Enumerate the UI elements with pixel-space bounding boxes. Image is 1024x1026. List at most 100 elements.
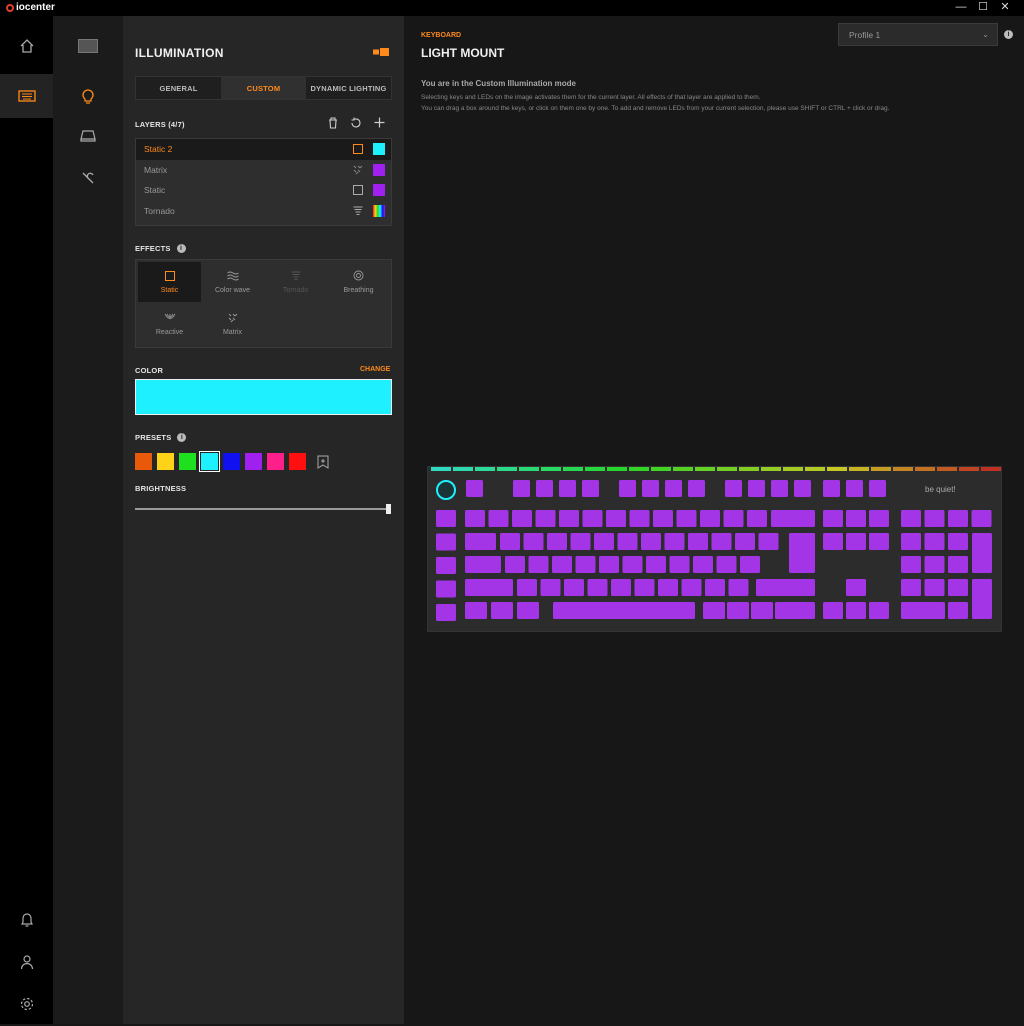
key[interactable] bbox=[972, 579, 992, 619]
key[interactable] bbox=[617, 533, 638, 550]
layer-item[interactable]: Static bbox=[136, 180, 391, 201]
key[interactable] bbox=[436, 580, 456, 598]
key[interactable] bbox=[528, 556, 549, 573]
key[interactable] bbox=[552, 556, 572, 573]
key[interactable] bbox=[971, 510, 992, 527]
volume-knob[interactable] bbox=[436, 480, 456, 500]
key[interactable] bbox=[664, 533, 685, 550]
key[interactable] bbox=[517, 602, 539, 619]
profile-select[interactable]: Profile 1 ⌄ bbox=[838, 23, 998, 46]
layer-color-swatch[interactable] bbox=[373, 143, 385, 155]
effect-reactive[interactable]: Reactive bbox=[138, 304, 201, 344]
key[interactable] bbox=[775, 602, 815, 619]
key[interactable] bbox=[901, 556, 921, 573]
key[interactable] bbox=[948, 510, 968, 527]
layer-color-swatch[interactable] bbox=[373, 184, 385, 196]
key[interactable] bbox=[924, 579, 945, 596]
key[interactable] bbox=[700, 510, 720, 527]
info-icon[interactable]: i bbox=[176, 244, 186, 253]
preset-swatch[interactable] bbox=[179, 453, 196, 470]
key[interactable] bbox=[740, 556, 760, 573]
key[interactable] bbox=[823, 510, 843, 527]
key[interactable] bbox=[948, 602, 968, 619]
led-segment[interactable] bbox=[431, 467, 451, 471]
rail-notifications[interactable] bbox=[0, 898, 53, 942]
key[interactable] bbox=[512, 510, 532, 527]
led-segment[interactable] bbox=[673, 467, 693, 471]
preset-swatch[interactable] bbox=[223, 453, 240, 470]
key[interactable] bbox=[846, 602, 866, 619]
key[interactable] bbox=[751, 602, 773, 619]
key[interactable] bbox=[681, 579, 702, 596]
preset-swatch[interactable] bbox=[199, 451, 220, 472]
key[interactable] bbox=[901, 510, 921, 527]
key[interactable] bbox=[582, 480, 599, 497]
led-segment[interactable] bbox=[849, 467, 869, 471]
key[interactable] bbox=[641, 533, 661, 550]
layer-item[interactable]: Static 2 bbox=[136, 139, 391, 160]
key[interactable] bbox=[748, 480, 765, 497]
key[interactable] bbox=[570, 533, 591, 550]
key[interactable] bbox=[465, 556, 501, 573]
key[interactable] bbox=[924, 533, 945, 550]
key[interactable] bbox=[869, 510, 889, 527]
add-layer-icon[interactable] bbox=[374, 117, 385, 128]
key[interactable] bbox=[901, 602, 945, 619]
layer-color-swatch[interactable] bbox=[373, 163, 385, 176]
reset-icon[interactable] bbox=[350, 117, 362, 129]
key[interactable] bbox=[622, 556, 643, 573]
effect-breathing[interactable]: Breathing bbox=[327, 262, 390, 302]
key[interactable] bbox=[436, 533, 456, 551]
key[interactable] bbox=[436, 510, 456, 527]
key[interactable] bbox=[619, 480, 636, 497]
key[interactable] bbox=[465, 602, 487, 619]
key[interactable] bbox=[642, 480, 659, 497]
key[interactable] bbox=[559, 510, 579, 527]
led-segment[interactable] bbox=[893, 467, 913, 471]
key[interactable] bbox=[491, 602, 513, 619]
key[interactable] bbox=[716, 556, 737, 573]
led-segment[interactable] bbox=[695, 467, 715, 471]
key[interactable] bbox=[723, 510, 744, 527]
key[interactable] bbox=[771, 480, 788, 497]
key[interactable] bbox=[658, 579, 678, 596]
key[interactable] bbox=[587, 579, 608, 596]
led-segment[interactable] bbox=[717, 467, 737, 471]
key[interactable] bbox=[846, 533, 866, 550]
key[interactable] bbox=[869, 480, 886, 497]
key[interactable] bbox=[634, 579, 655, 596]
led-segment[interactable] bbox=[783, 467, 803, 471]
key[interactable] bbox=[669, 556, 690, 573]
key[interactable] bbox=[465, 533, 496, 550]
led-segment[interactable] bbox=[629, 467, 649, 471]
preset-swatch[interactable] bbox=[267, 453, 284, 470]
keyboard-image[interactable]: be quiet! bbox=[427, 466, 1002, 632]
info-icon[interactable]: i bbox=[1004, 30, 1013, 39]
key[interactable] bbox=[606, 510, 626, 527]
maximize-button[interactable]: ☐ bbox=[972, 0, 994, 16]
key[interactable] bbox=[535, 510, 556, 527]
key[interactable] bbox=[611, 579, 631, 596]
key[interactable] bbox=[771, 510, 815, 527]
key[interactable] bbox=[466, 480, 483, 497]
key[interactable] bbox=[465, 510, 485, 527]
led-segment[interactable] bbox=[541, 467, 561, 471]
led-segment[interactable] bbox=[937, 467, 957, 471]
led-segment[interactable] bbox=[959, 467, 979, 471]
key[interactable] bbox=[517, 579, 537, 596]
key[interactable] bbox=[823, 533, 843, 550]
key[interactable] bbox=[599, 556, 619, 573]
key[interactable] bbox=[676, 510, 697, 527]
key[interactable] bbox=[901, 579, 921, 596]
led-segment[interactable] bbox=[761, 467, 781, 471]
led-segment[interactable] bbox=[805, 467, 825, 471]
subnav-settings[interactable] bbox=[53, 158, 123, 198]
effect-static[interactable]: Static bbox=[138, 262, 201, 302]
key[interactable] bbox=[711, 533, 732, 550]
key[interactable] bbox=[594, 533, 614, 550]
key[interactable] bbox=[523, 533, 544, 550]
key[interactable] bbox=[789, 533, 815, 573]
key[interactable] bbox=[869, 533, 889, 550]
key[interactable] bbox=[846, 480, 863, 497]
led-segment[interactable] bbox=[651, 467, 671, 471]
